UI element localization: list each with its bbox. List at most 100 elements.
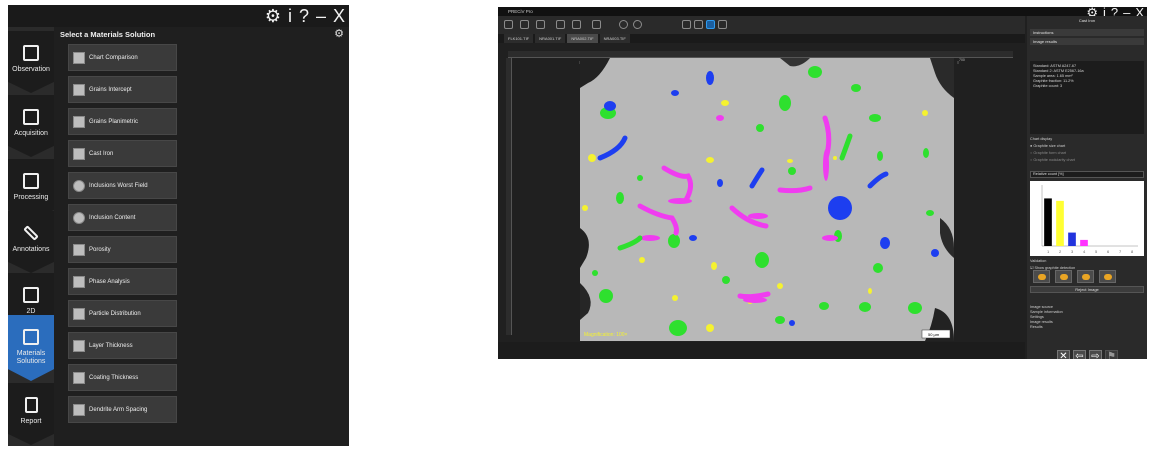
coating-thickness-icon [73, 371, 85, 384]
cancel-icon[interactable]: ✕ [1057, 350, 1070, 359]
instructions-section[interactable]: Instructions [1030, 29, 1144, 36]
magnifier-icon [73, 179, 85, 192]
fit-icon[interactable] [682, 20, 691, 29]
select-icon[interactable] [592, 20, 601, 29]
tab-image-3[interactable]: NRA002.TIF [567, 34, 598, 43]
vertical-ruler [506, 58, 512, 335]
solution-label: Grains Planimetric [89, 118, 139, 125]
rail-item-label: Annotations [12, 246, 50, 253]
option-graphite-size[interactable]: ● Graphite size chart [1030, 144, 1065, 148]
navigation-rail: Observation Acquisition Processing Annot… [8, 27, 54, 446]
solution-phase-analysis-button[interactable]: Phase Analysis [68, 268, 177, 295]
yellow-graphite-particle [588, 154, 596, 162]
green-graphite-particle [592, 270, 598, 276]
tab-image-2[interactable]: NRA001.TIF [535, 34, 566, 43]
solution-layer-thickness-button[interactable]: Layer Thickness [68, 332, 177, 359]
gear-icon[interactable]: ⚙ [334, 27, 344, 40]
magenta-graphite-particle [748, 213, 768, 219]
solution-label: Dendrite Arm Spacing [89, 406, 148, 413]
chart-metric-select[interactable]: Relative count [%] [1030, 171, 1144, 178]
solution-porosity-button[interactable]: Porosity [68, 236, 177, 263]
green-graphite-particle [775, 316, 785, 324]
reject-image-button[interactable]: Reject Image [1030, 286, 1144, 293]
solution-coating-thickness-button[interactable]: Coating Thickness [68, 364, 177, 391]
option-graphite-form[interactable]: ○ Graphite form chart [1030, 151, 1066, 155]
rail-item-observation[interactable]: Observation [8, 31, 54, 93]
image-toolbar [498, 16, 1025, 34]
help-icon[interactable]: ? [299, 6, 309, 26]
micrograph-image[interactable]: Magnification: 100× 50 µm [580, 58, 954, 341]
yellow-graphite-particle [721, 100, 729, 106]
zoom-out-icon[interactable] [619, 20, 628, 29]
graphite-icon [1082, 274, 1090, 280]
step-sample-information[interactable]: Sample information [1030, 310, 1063, 314]
solution-label: Inclusion Content [89, 214, 136, 221]
solution-grains-intercept-button[interactable]: Grains Intercept [68, 76, 177, 103]
redo-icon[interactable] [520, 20, 529, 29]
step-image-source[interactable]: Image source [1030, 305, 1053, 309]
solution-inclusions-worst-field-button[interactable]: Inclusions Worst Field [68, 172, 177, 199]
rail-item-annotations[interactable]: Annotations [8, 211, 54, 273]
solution-dendrite-arm-spacing-button[interactable]: Dendrite Arm Spacing [68, 396, 177, 423]
step-image-results[interactable]: Image results [1030, 320, 1053, 324]
minimize-icon[interactable]: – [316, 6, 326, 26]
option-label: Graphite nodularity chart [1033, 158, 1075, 162]
frame-icon[interactable] [694, 20, 703, 29]
layers-icon[interactable] [718, 20, 727, 29]
graphite-tool-4-button[interactable] [1099, 270, 1116, 283]
blue-graphite-particle [604, 101, 616, 111]
magnifier-icon [73, 211, 85, 224]
graphite-icon [1038, 274, 1046, 280]
histogram-tick-label: 4 [1083, 249, 1086, 254]
option-graphite-nodularity[interactable]: ○ Graphite nodularity chart [1030, 158, 1075, 162]
green-graphite-particle [873, 263, 883, 273]
tab-image-4[interactable]: NRA003.TIF [599, 34, 630, 43]
overlay-icon[interactable] [706, 20, 715, 29]
magenta-graphite-flake [777, 185, 813, 194]
document-icon [24, 397, 38, 413]
size-histogram: 1 2 3 4 5 6 7 8 [1030, 181, 1144, 256]
blue-graphite-particle [789, 320, 795, 326]
layer-thickness-icon [73, 339, 85, 352]
solution-cast-iron-button[interactable]: Cast Iron [68, 140, 177, 167]
settings-icon[interactable]: ⚙ [265, 6, 281, 26]
step-results[interactable]: Results [1030, 325, 1043, 329]
next-icon[interactable]: ⇨ [1089, 350, 1102, 359]
close-icon[interactable]: X [333, 6, 345, 26]
grains-intercept-icon [73, 83, 85, 96]
image-results-section[interactable]: Image results [1030, 38, 1144, 45]
tab-image-1[interactable]: FLK101.TIF [504, 34, 534, 43]
rail-item-label: Materials Solutions [16, 350, 46, 365]
step-settings[interactable]: Settings [1030, 315, 1044, 319]
solution-particle-distribution-button[interactable]: Particle Distribution [68, 300, 177, 327]
blue-graphite-particle [671, 90, 679, 96]
rotate-icon[interactable] [536, 20, 545, 29]
undo-icon[interactable] [504, 20, 513, 29]
histogram-tick-label: 5 [1095, 249, 1098, 254]
solution-chart-comparison-button[interactable]: Chart Comparison [68, 44, 177, 71]
magenta-graphite-flake [737, 291, 771, 300]
rail-item-materials-solutions[interactable]: Materials Solutions [8, 315, 54, 381]
yellow-graphite-particle [711, 262, 717, 270]
app-title: PRECiV Pro [508, 9, 533, 14]
rail-item-report[interactable]: Report [8, 383, 54, 445]
solution-label: Particle Distribution [89, 310, 141, 317]
graphite-tool-3-button[interactable] [1077, 270, 1094, 283]
solution-inclusion-content-button[interactable]: Inclusion Content [68, 204, 177, 231]
graphite-tool-2-button[interactable] [1055, 270, 1072, 283]
graphite-icon [1104, 274, 1112, 280]
info-icon[interactable]: i [288, 6, 292, 26]
rail-item-label: Report [20, 418, 42, 425]
rail-item-acquisition[interactable]: Acquisition [8, 95, 54, 157]
zoom-in-icon[interactable] [633, 20, 642, 29]
paste-icon[interactable] [572, 20, 581, 29]
result-line: Graphite count: 3 [1033, 84, 1063, 88]
solution-grains-planimetric-button[interactable]: Grains Planimetric [68, 108, 177, 135]
back-icon[interactable]: ⇦ [1073, 350, 1086, 359]
copy-icon[interactable] [556, 20, 565, 29]
chart-comparison-icon [73, 51, 85, 64]
green-graphite-particle [616, 192, 624, 204]
finish-icon[interactable]: ⚑ [1105, 350, 1118, 359]
graphite-tool-1-button[interactable] [1033, 270, 1050, 283]
green-graphite-particle [859, 302, 871, 312]
